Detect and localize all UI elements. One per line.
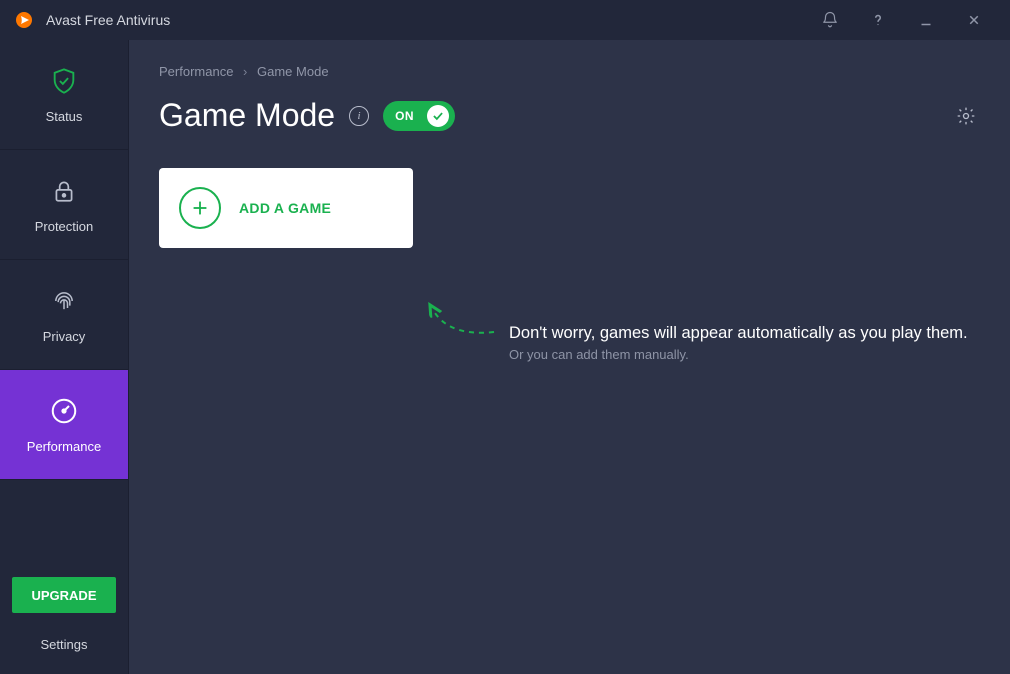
check-icon [431,109,445,123]
page-title: Game Mode [159,97,335,134]
notifications-button[interactable] [806,0,854,40]
help-button[interactable] [854,0,902,40]
lock-icon [48,175,80,207]
breadcrumb-current: Game Mode [257,64,329,79]
gauge-icon [48,395,80,427]
sidebar-item-label: Performance [27,439,101,454]
upgrade-label: UPGRADE [31,588,96,603]
info-button[interactable]: i [349,106,369,126]
breadcrumb: Performance › Game Mode [159,64,980,79]
upgrade-button[interactable]: UPGRADE [12,577,116,613]
app-title: Avast Free Antivirus [46,12,170,28]
gear-icon [956,106,976,126]
breadcrumb-parent[interactable]: Performance [159,64,233,79]
hint-text: Don't worry, games will appear automatic… [509,324,968,362]
hint-secondary: Or you can add them manually. [509,347,968,362]
sidebar-item-performance[interactable]: Performance [0,370,128,480]
sidebar-item-label: Status [46,109,83,124]
chevron-right-icon: › [243,64,247,79]
settings-label: Settings [41,637,88,652]
sidebar-item-label: Privacy [43,329,86,344]
page-header: Game Mode i ON [159,97,980,134]
sidebar-item-label: Protection [35,219,94,234]
fingerprint-icon [48,285,80,317]
game-mode-toggle[interactable]: ON [383,101,455,131]
add-game-button[interactable]: ADD A GAME [159,168,413,248]
info-icon: i [358,110,361,122]
toggle-knob [427,105,449,127]
main-content: Performance › Game Mode Game Mode i ON [129,40,1010,674]
plus-circle-icon [179,187,221,229]
toggle-label: ON [395,109,414,123]
shield-check-icon [48,65,80,97]
minimize-button[interactable] [902,0,950,40]
page-settings-button[interactable] [952,102,980,130]
close-icon [965,11,983,29]
minimize-icon [917,11,935,29]
close-button[interactable] [950,0,998,40]
sidebar-item-privacy[interactable]: Privacy [0,260,128,370]
settings-link[interactable]: Settings [0,637,128,674]
bell-icon [821,11,839,29]
titlebar: Avast Free Antivirus [0,0,1010,40]
avast-logo-icon [12,8,36,32]
sidebar-item-protection[interactable]: Protection [0,150,128,260]
hint-primary: Don't worry, games will appear automatic… [509,324,968,343]
hint-arrow-icon [419,302,499,342]
question-icon [869,11,887,29]
sidebar-item-status[interactable]: Status [0,40,128,150]
add-game-label: ADD A GAME [239,200,331,216]
sidebar: Status Protection Privacy [0,40,129,674]
